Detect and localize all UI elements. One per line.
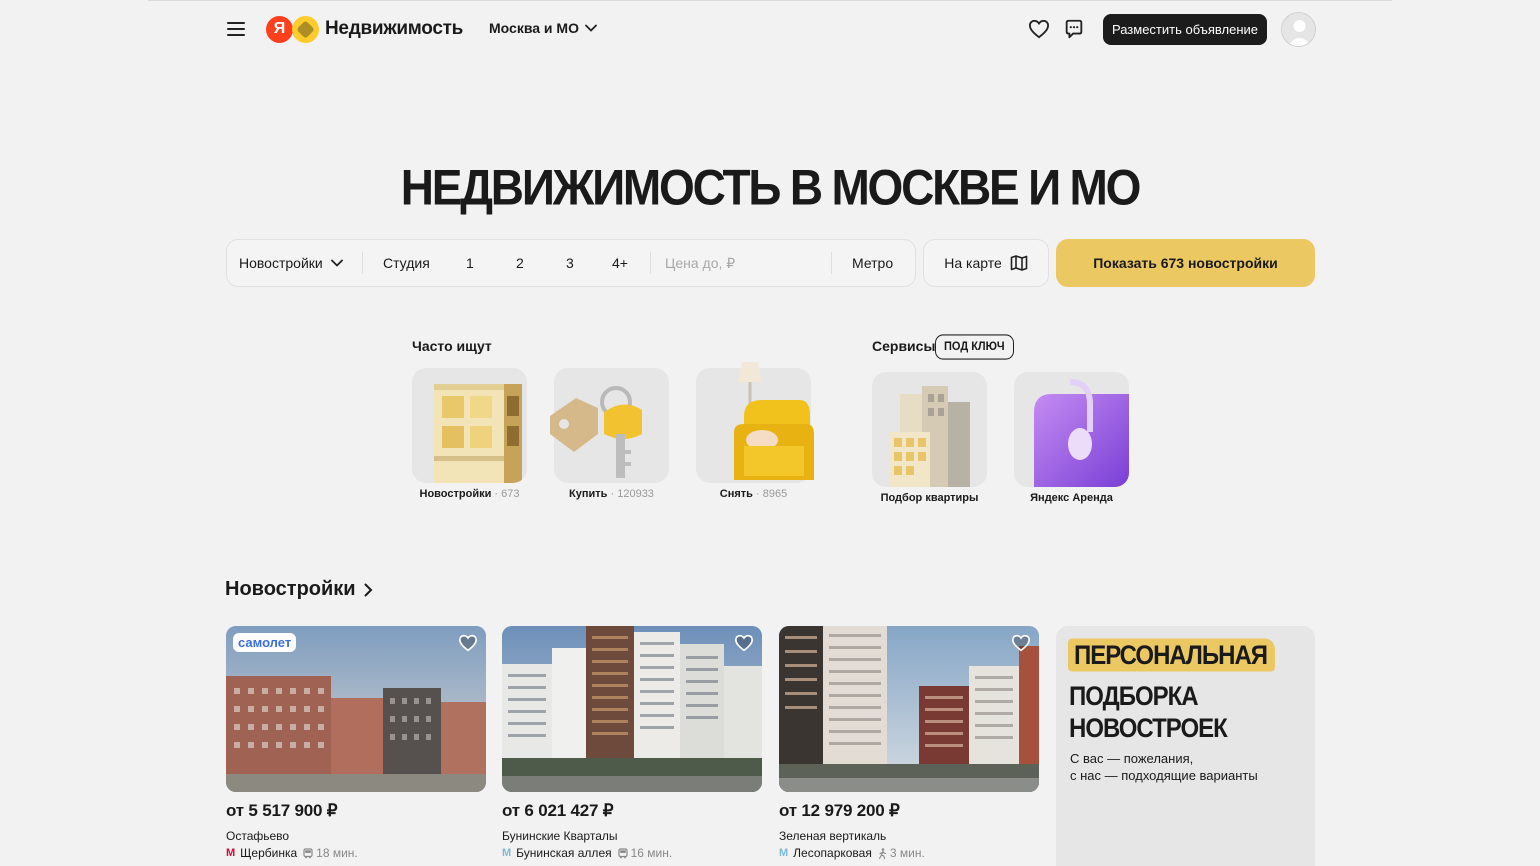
building-name: Остафьево [226,829,290,843]
room-option-3[interactable]: 3 [566,240,574,286]
show-results-button[interactable]: Показать 673 новостройки [1056,239,1315,287]
metro-station: Лесопарковая [793,846,872,860]
region-label: Москва и МО [489,20,579,36]
travel-time-value: 16 мин. [630,846,673,860]
map-icon [1010,255,1028,271]
turnkey-badge: ПОД КЛЮЧ [935,334,1014,360]
metro-station: Бунинская аллея [516,846,612,860]
service-item-apartment-selection[interactable]: Подбор квартиры [872,372,987,504]
frequent-item-new-buildings[interactable]: Новостройки · 673 [412,368,527,500]
new-buildings-heading[interactable]: Новостройки [225,578,373,601]
favorite-heart-icon[interactable] [1011,634,1031,652]
building-price: от 6 021 427 ₽ [502,801,614,820]
heart-icon[interactable] [1028,19,1050,39]
menu-icon[interactable] [226,20,246,38]
metro-info: M Лесопарковая 3 мин. [779,846,1039,860]
travel-time-value: 18 мин. [316,846,358,860]
new-buildings-image [412,368,527,483]
tile-count: · 673 [494,488,520,500]
travel-time: 16 мин. [618,846,673,860]
yandex-rent-image [1014,372,1129,487]
chevron-down-icon [585,24,597,32]
building-card[interactable]: от 12 979 200 ₽ Зеленая вертикаль M Лесо… [779,626,1039,860]
bus-icon [303,847,313,858]
keys-image [550,368,669,483]
tile-caption: Подбор квартиры [880,492,979,504]
room-option-studio[interactable]: Студия [383,240,430,286]
metro-icon: M [226,847,236,859]
tile-count: · 8965 [756,488,788,500]
developer-badge: самолет [233,633,297,652]
chat-icon[interactable] [1063,18,1085,40]
room-option-1[interactable]: 1 [466,240,474,286]
promo-headline-3: НОВОСТРОЕК [1069,714,1228,744]
chevron-right-icon [364,583,373,596]
realty-logo-icon [292,15,319,43]
service-item-yandex-rent[interactable]: Яндекс Аренда [1014,372,1129,504]
tile-caption: Яндекс Аренда [1030,492,1113,504]
bus-icon [618,847,628,858]
apartment-selection-image [872,372,987,487]
user-icon [1287,20,1312,46]
travel-time-value: 3 мин. [889,846,925,860]
building-photo: самолет [226,626,486,792]
building-price: от 12 979 200 ₽ [779,801,900,820]
post-ad-button[interactable]: Разместить объявление [1103,14,1267,45]
new-buildings-title: Новостройки [225,578,356,600]
tile-label: Купить [569,488,608,500]
room-option-2[interactable]: 2 [516,240,524,286]
on-map-label: На карте [944,255,1002,271]
room-option-4-plus[interactable]: 4+ [612,240,628,286]
region-selector[interactable]: Москва и МО [489,20,597,36]
divider [831,252,832,274]
frequent-label: Часто ищут [412,338,492,354]
logo-text: Недвижимость [325,18,463,39]
tile-label: Новостройки [419,488,492,500]
armchair-image [696,362,814,483]
personal-selection-promo[interactable]: ПЕРСОНАЛЬНАЯ ПОДБОРКА НОВОСТРОЕК С вас —… [1056,626,1315,866]
favorite-heart-icon[interactable] [458,634,478,652]
price-max-input[interactable]: Цена до, ₽ [665,240,825,286]
tile-caption: Новостройки · 673 [412,488,527,500]
frequent-item-buy[interactable]: Купить · 120933 [550,368,669,500]
metro-icon: M [779,847,789,859]
metro-filter[interactable]: Метро [852,240,893,286]
metro-info: M Щербинка 18 мин. [226,846,486,860]
tile-label: Снять [719,488,753,500]
chevron-down-icon [330,259,343,267]
property-type-value: Новостройки [239,255,323,271]
property-type-select[interactable]: Новостройки [239,240,343,286]
tile-caption: Купить · 120933 [554,488,669,500]
on-map-button[interactable]: На карте [923,239,1049,287]
travel-time: 18 мин. [303,846,358,860]
promo-headline-2: ПОДБОРКА [1069,682,1199,712]
building-card[interactable]: от 6 021 427 ₽ Бунинские Кварталы M Буни… [502,626,762,860]
page-title: НЕДВИЖИМОСТЬ В МОСКВЕ И МО [400,158,1142,216]
building-photo [502,626,762,792]
walk-icon [878,847,886,859]
tile-caption: Снять · 8965 [696,488,811,500]
yandex-logo-icon: Я [266,15,293,43]
building-card[interactable]: самолет от 5 517 900 ₽ Остафьево M Щерби… [226,626,486,860]
metro-icon: M [502,847,512,859]
frequent-item-rent[interactable]: Снять · 8965 [696,362,814,500]
user-avatar[interactable] [1281,12,1316,47]
metro-info: M Бунинская аллея 16 мин. [502,846,762,860]
divider [650,252,651,274]
promo-subtitle: С вас — пожелания, с нас — подходящие ва… [1070,751,1258,783]
logo[interactable]: Я Недвижимость [266,15,463,43]
travel-time: 3 мин. [878,846,925,860]
building-photo [779,626,1039,792]
header: Я Недвижимость Москва и МО Разместить об… [0,0,1540,58]
divider [362,252,363,274]
services-label: Сервисы [872,338,936,354]
search-bar: Новостройки Студия 1 2 3 4+ Цена до, ₽ М… [226,239,916,287]
building-price: от 5 517 900 ₽ [226,801,338,820]
tile-count: · 120933 [610,488,654,500]
building-name: Бунинские Кварталы [502,829,618,843]
promo-headline-1: ПЕРСОНАЛЬНАЯ [1068,638,1276,672]
metro-station: Щербинка [240,846,298,860]
favorite-heart-icon[interactable] [734,634,754,652]
building-name: Зеленая вертикаль [779,829,887,843]
